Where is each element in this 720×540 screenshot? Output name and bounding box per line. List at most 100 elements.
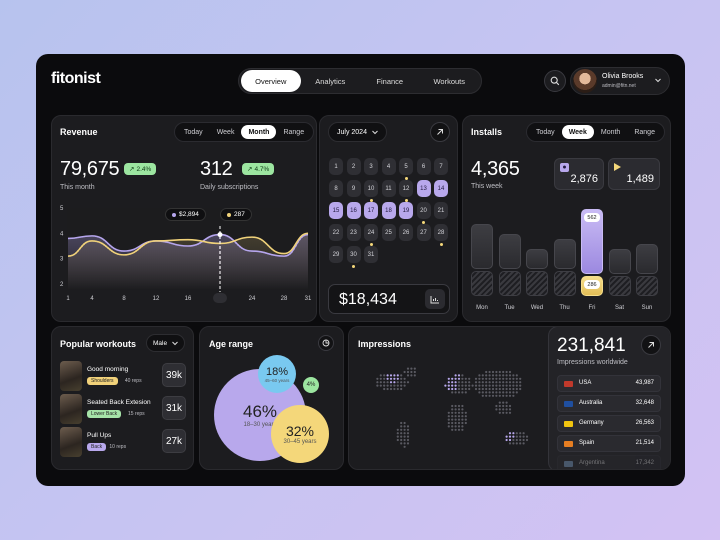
revenue-range-month[interactable]: Month: [241, 125, 277, 139]
calendar-day[interactable]: 7: [434, 158, 448, 175]
bar-mon-ios[interactable]: [471, 224, 493, 269]
bar-sun-android[interactable]: [636, 276, 658, 296]
bar-sun-ios[interactable]: [636, 244, 658, 274]
age-bubble[interactable]: 18% 45–60 years: [258, 355, 296, 393]
bar-fri-ios[interactable]: 562: [581, 209, 603, 274]
calendar-day[interactable]: 18: [381, 202, 396, 219]
chart-button[interactable]: [425, 289, 445, 309]
calendar-day[interactable]: 22: [329, 224, 343, 241]
calendar-day[interactable]: 12: [399, 180, 413, 197]
country-row[interactable]: Argentina 17,342: [557, 455, 661, 469]
map-dot: [454, 421, 457, 425]
bar-sat-ios[interactable]: [608, 249, 631, 274]
bar-wed-ios[interactable]: [526, 249, 548, 269]
revenue-range-today[interactable]: Today: [177, 125, 210, 139]
calendar-card: July 2024 1 2 3 4 5 6 7 8 9 10 11 12 13 14 15 16 17 18 19 2…: [319, 115, 458, 322]
calendar-day[interactable]: 9: [346, 180, 361, 197]
map-dot: [502, 408, 505, 411]
calendar-day[interactable]: 8: [329, 180, 343, 197]
calendar-day[interactable]: 2: [346, 158, 361, 175]
bar-fri-android[interactable]: 286: [581, 276, 603, 296]
user-menu[interactable]: Olivia Brooks admin@fitn.net: [570, 67, 670, 95]
month-selector[interactable]: July 2024: [328, 122, 387, 142]
country-row[interactable]: Australia 32,648: [557, 395, 661, 412]
nav-tab-workouts[interactable]: Workouts: [420, 70, 480, 92]
logo[interactable]: fitonist: [51, 70, 101, 88]
bar-tue-ios[interactable]: [498, 234, 521, 269]
country-row[interactable]: USA 43,987: [557, 375, 661, 392]
search-button[interactable]: [544, 70, 566, 92]
bar-thu-android[interactable]: [553, 271, 576, 296]
calendar-day[interactable]: 13: [416, 180, 431, 197]
country-name: USA: [579, 380, 592, 386]
map-dot: [522, 432, 525, 435]
map-dot: [508, 408, 512, 411]
calendar-day[interactable]: 6: [416, 158, 431, 175]
bar-thu-ios[interactable]: [553, 239, 576, 269]
bar-tue-android[interactable]: [498, 271, 521, 296]
calendar-day[interactable]: 26: [399, 224, 413, 241]
age-bubble[interactable]: 32% 30–45 years: [271, 405, 329, 463]
workout-item[interactable]: Good morning Shoulders 40 reps 39k: [60, 361, 186, 391]
installs-range-today[interactable]: Today: [529, 125, 562, 139]
map-dot: [508, 381, 512, 384]
map-dot: [502, 370, 505, 374]
calendar-day[interactable]: 19: [399, 202, 413, 219]
installs-range-week[interactable]: Week: [561, 125, 594, 139]
calendar-day[interactable]: 30: [346, 246, 361, 263]
day-label: Fri: [588, 305, 596, 311]
revenue-range-range[interactable]: Range: [276, 125, 311, 139]
month-label: July 2024: [337, 128, 367, 136]
gender-filter[interactable]: Male: [146, 334, 186, 352]
country-row[interactable]: Spain 21,514: [557, 435, 661, 452]
calendar-day[interactable]: 16: [346, 202, 361, 219]
apple-installs-value: 2,876: [570, 173, 598, 185]
nav-tab-finance[interactable]: Finance: [360, 70, 420, 92]
map-dot: [454, 408, 457, 411]
map-dot: [485, 374, 488, 377]
nav-tab-overview[interactable]: Overview: [241, 70, 301, 92]
calendar-open-button[interactable]: [430, 122, 450, 142]
calendar-day[interactable]: 28: [434, 224, 448, 241]
calendar-day[interactable]: 24: [364, 224, 378, 241]
country-row[interactable]: Germany 26,563: [557, 415, 661, 432]
calendar-day[interactable]: 21: [434, 202, 448, 219]
bar-wed-android[interactable]: [526, 271, 548, 296]
map-dot: [406, 435, 410, 438]
age-bubble[interactable]: 4%: [303, 377, 319, 393]
map-dot: [454, 418, 457, 421]
age-range-chart-button[interactable]: [318, 335, 334, 351]
calendar-day[interactable]: 25: [381, 224, 396, 241]
map-dot: [454, 415, 457, 418]
calendar-day[interactable]: 4: [381, 158, 396, 175]
subs-label: Daily subscriptions: [200, 184, 259, 191]
calendar-day[interactable]: 14: [434, 180, 448, 197]
calendar-day[interactable]: 5: [399, 158, 413, 175]
map-dot: [515, 391, 518, 394]
revenue-change-badge: ↗ 2.4%: [124, 163, 157, 175]
workout-item[interactable]: Seated Back Extesion Lower Back 15 reps 31k: [60, 394, 186, 424]
calendar-day[interactable]: 20: [416, 202, 431, 219]
impressions-open-button[interactable]: [641, 335, 661, 355]
workout-item[interactable]: Pull Ups Back 10 reps 27k: [60, 427, 186, 457]
calendar-day[interactable]: 15: [329, 202, 343, 219]
calendar-day[interactable]: 31: [364, 246, 378, 263]
map-dot: [515, 387, 518, 391]
calendar-day[interactable]: 17: [364, 202, 378, 219]
calendar-day[interactable]: 1: [329, 158, 343, 175]
world-map[interactable]: [355, 353, 545, 465]
calendar-day[interactable]: 23: [346, 224, 361, 241]
calendar-day[interactable]: 10: [364, 180, 378, 197]
revenue-range-week[interactable]: Week: [210, 125, 242, 139]
bar-mon-android[interactable]: [471, 271, 493, 296]
calendar-day[interactable]: 27: [416, 224, 431, 241]
installs-range-month[interactable]: Month: [594, 125, 627, 139]
day-label: Thu: [559, 305, 570, 311]
calendar-day[interactable]: 11: [381, 180, 396, 197]
nav-tab-analytics[interactable]: Analytics: [301, 70, 361, 92]
calendar-day[interactable]: 3: [364, 158, 378, 175]
bar-sat-android[interactable]: [608, 276, 631, 296]
calendar-day[interactable]: 29: [329, 246, 343, 263]
installs-range-range[interactable]: Range: [627, 125, 662, 139]
apple-installs-box: ● 2,876: [554, 158, 604, 190]
